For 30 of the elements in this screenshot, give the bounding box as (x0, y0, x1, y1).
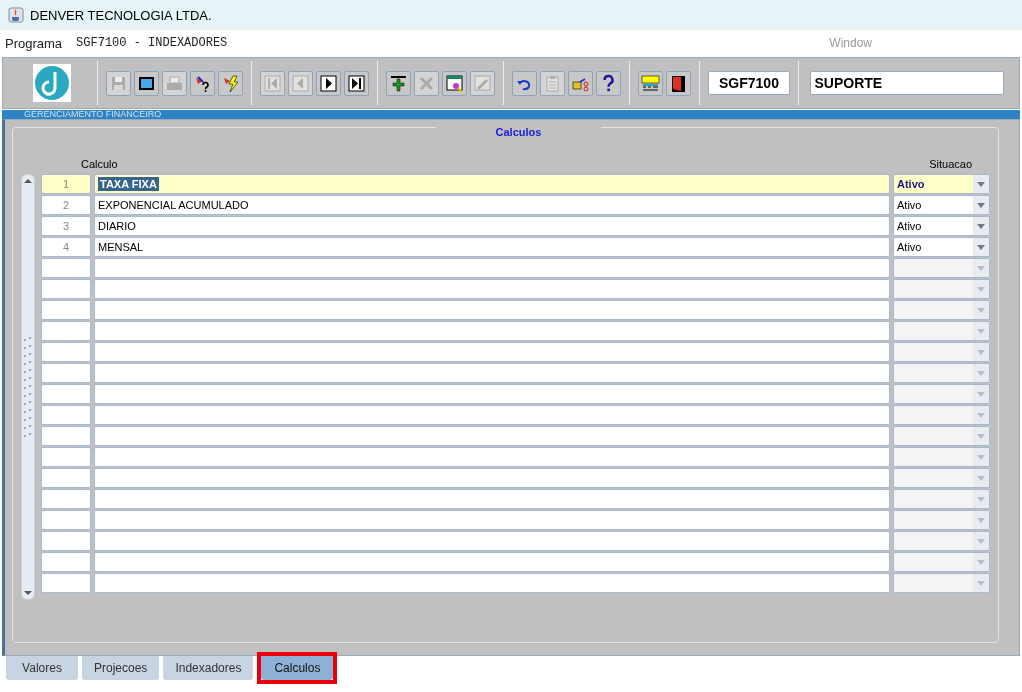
cell-text: MENSAL (98, 241, 144, 253)
column-header: Situacao (929, 158, 972, 172)
text-field[interactable]: DIARIO (94, 216, 890, 236)
program-code-field: SGF7100 (708, 71, 790, 95)
tab[interactable]: Valores (6, 656, 78, 680)
text-field[interactable]: EXPONENCIAL ACUMULADO (94, 195, 890, 215)
section-title-bar: GERENCIAMENTO FINANCEIRO (2, 110, 1020, 119)
text-field[interactable]: MENSAL (94, 237, 890, 257)
tab[interactable]: Indexadores (163, 656, 254, 680)
menu-item: Window (829, 36, 872, 50)
cell-text: DIARIO (98, 220, 136, 232)
column-header: Calculo (81, 158, 118, 172)
status-dropdown[interactable]: Ativo (893, 216, 990, 236)
status-dropdown[interactable]: Ativo (893, 174, 990, 194)
row-number-cell: 2 (41, 195, 91, 215)
row-number-cell: 4 (41, 237, 91, 257)
text-field[interactable]: TAXA FIXA (94, 174, 890, 194)
tab[interactable]: Calculos (261, 656, 334, 680)
tab[interactable]: Projecoes (82, 656, 160, 680)
selected-text: TAXA FIXA (98, 177, 159, 191)
menu-item[interactable]: Programa (5, 35, 63, 51)
row-number-cell: 3 (41, 216, 91, 236)
window-title: DENVER TECNOLOGIA LTDA. (30, 7, 212, 23)
menu-item[interactable]: SGF7100 - INDEXADORES (76, 36, 228, 50)
row-number-cell: 1 (41, 174, 91, 194)
frame-title: Calculos (436, 125, 601, 138)
cell-text: EXPONENCIAL ACUMULADO (98, 199, 249, 211)
user-field: SUPORTE (810, 71, 1005, 95)
status-dropdown[interactable]: Ativo (893, 237, 990, 257)
status-dropdown[interactable]: Ativo (893, 195, 990, 215)
